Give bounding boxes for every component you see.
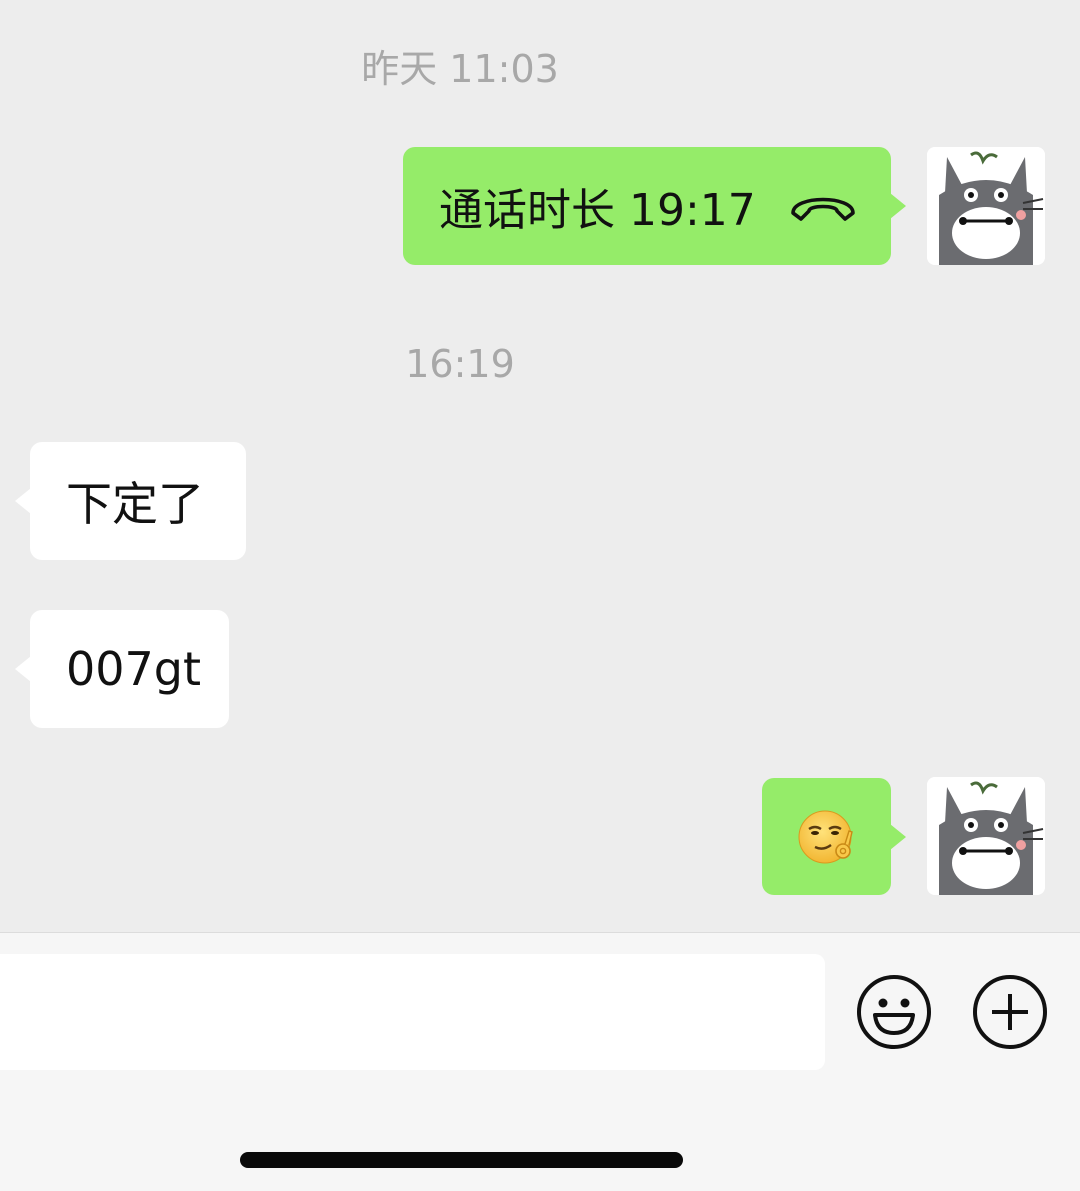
phone-hangup-icon xyxy=(787,185,859,225)
more-actions-button[interactable] xyxy=(971,973,1049,1051)
incoming-message-bubble[interactable]: 007gt xyxy=(15,610,229,728)
message-text: 007gt xyxy=(66,642,202,696)
my-avatar[interactable] xyxy=(927,147,1045,265)
chat-area: 昨天 11:03 通话时长 19:17 16:19 下定了 007gt xyxy=(0,0,1080,932)
smiley-face-icon xyxy=(857,975,931,1049)
incoming-message-bubble[interactable]: 下定了 xyxy=(15,442,246,560)
my-avatar[interactable] xyxy=(927,777,1045,895)
emoji-message-bubble[interactable] xyxy=(762,778,906,895)
timestamp: 16:19 xyxy=(405,342,515,386)
smirk-ok-emoji-icon xyxy=(798,810,853,863)
emoji-button[interactable] xyxy=(855,973,933,1051)
totoro-avatar-icon xyxy=(927,777,1045,895)
timestamp: 昨天 11:03 xyxy=(361,47,559,91)
call-duration-text: 通话时长 19:17 xyxy=(439,185,756,236)
message-text: 下定了 xyxy=(66,477,204,531)
message-input[interactable] xyxy=(0,954,825,1070)
home-indicator[interactable] xyxy=(240,1152,683,1168)
call-record-bubble[interactable]: 通话时长 19:17 xyxy=(403,147,906,265)
plus-circle-icon xyxy=(973,975,1047,1049)
totoro-avatar-icon xyxy=(927,147,1045,265)
